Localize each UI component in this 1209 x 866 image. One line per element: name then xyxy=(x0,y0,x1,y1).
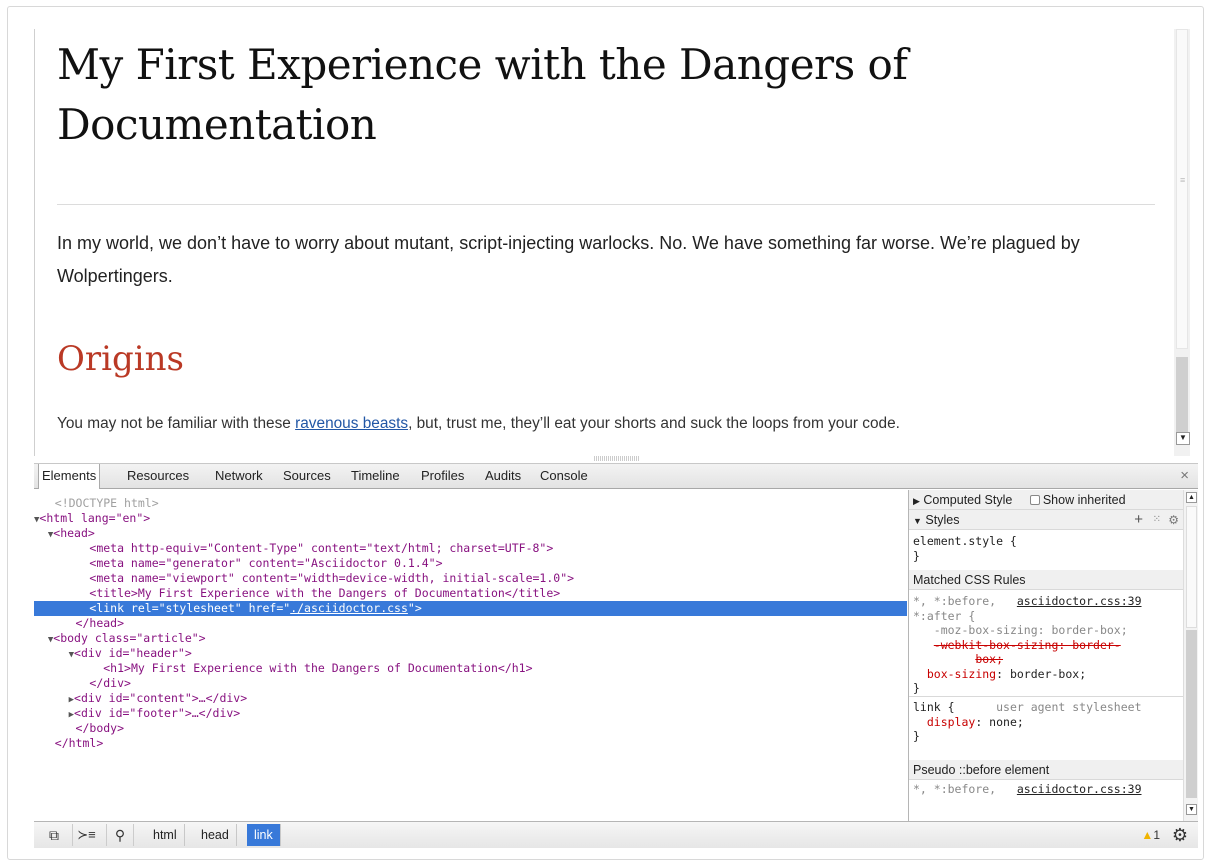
tab-sources[interactable]: Sources xyxy=(283,464,331,489)
intro-paragraph: In my world, we don’t have to worry abou… xyxy=(57,233,1080,286)
devtools-resize-grip[interactable] xyxy=(594,456,640,461)
breadcrumb-html[interactable]: html xyxy=(146,824,185,846)
ravenous-beasts-link[interactable]: ravenous beasts xyxy=(295,415,408,432)
dom-node-doctype[interactable]: <!DOCTYPE html> xyxy=(34,496,907,511)
breadcrumb-head[interactable]: head xyxy=(194,824,237,846)
scroll-down-arrow-icon[interactable]: ▼ xyxy=(1186,804,1197,815)
dom-node-head-close[interactable]: </head> xyxy=(34,616,907,631)
dom-node-body[interactable]: ▼<body class="article"> xyxy=(34,631,907,646)
dom-node-meta-viewport[interactable]: <meta name="viewport" content="width=dev… xyxy=(34,571,907,586)
dock-toggle-icon[interactable]: ⧉ xyxy=(42,824,66,846)
tab-audits[interactable]: Audits xyxy=(485,464,521,489)
section-title: Origins xyxy=(57,339,184,379)
dom-node-div-header[interactable]: ▼<div id="header"> xyxy=(34,646,907,661)
dom-node-div-footer[interactable]: ▶<div id="footer">…</div> xyxy=(34,706,907,721)
matched-css-rules-header: Matched CSS Rules xyxy=(909,570,1183,590)
breadcrumb-link[interactable]: link xyxy=(247,824,281,846)
css-rule-box-sizing[interactable]: *, *:before, asciidoctor.css:39 *:after … xyxy=(913,594,1183,696)
close-devtools-icon[interactable]: × xyxy=(1180,464,1189,488)
css-rule-link-display[interactable]: link { user agent stylesheet display: no… xyxy=(913,700,1183,744)
tab-profiles[interactable]: Profiles xyxy=(421,464,464,489)
element-state-icon[interactable]: ⁙ xyxy=(1153,510,1161,530)
page-viewport: My First Experience with the Dangers of … xyxy=(34,29,1198,457)
dom-node-meta-generator[interactable]: <meta name="generator" content="Asciidoc… xyxy=(34,556,907,571)
console-drawer-icon[interactable]: ≻≡ xyxy=(72,824,100,846)
scroll-down-arrow-icon[interactable]: ▼ xyxy=(1176,432,1190,445)
tab-resources[interactable]: Resources xyxy=(127,464,189,489)
dom-node-head[interactable]: ▼<head> xyxy=(34,526,907,541)
source-link[interactable]: asciidoctor.css:39 xyxy=(1017,782,1142,796)
devtools-statusbar: ⧉ ≻≡ ⚲ html head link ▲1 ⚙ xyxy=(34,821,1198,848)
tab-elements[interactable]: Elements xyxy=(38,464,101,489)
source-link[interactable]: asciidoctor.css:39 xyxy=(1017,594,1142,608)
tab-console[interactable]: Console xyxy=(540,464,588,489)
dom-node-div-close[interactable]: </div> xyxy=(34,676,907,691)
page-scrollbar-thumb[interactable]: ≡ xyxy=(1176,29,1188,349)
warning-icon: ▲ xyxy=(1141,828,1154,842)
dom-node-body-close[interactable]: </body> xyxy=(34,721,907,736)
page-title: My First Experience with the Dangers of … xyxy=(57,40,908,149)
devtools-panel: Elements Resources Network Sources Timel… xyxy=(34,456,1198,856)
dom-node-html[interactable]: ▼<html lang="en"> xyxy=(34,511,907,526)
styles-sidebar: ▶ Computed Style Show inherited ▼ Styles… xyxy=(908,490,1198,821)
dom-node-meta-content-type[interactable]: <meta http-equiv="Content-Type" content=… xyxy=(34,541,907,556)
expand-arrow-icon: ▶ xyxy=(913,496,920,506)
tab-timeline[interactable]: Timeline xyxy=(351,464,400,489)
show-inherited-checkbox[interactable] xyxy=(1029,495,1040,505)
dom-node-div-content[interactable]: ▶<div id="content">…</div> xyxy=(34,691,907,706)
header-divider xyxy=(57,204,1155,205)
section-paragraph: You may not be familiar with these raven… xyxy=(57,415,900,432)
dom-node-title[interactable]: <title>My First Experience with the Dang… xyxy=(34,586,907,601)
element-style-rule[interactable]: element.style { } xyxy=(913,534,1183,563)
warnings-counter[interactable]: ▲1 xyxy=(1141,825,1160,846)
styles-header[interactable]: ▼ Styles + ⁙ ⚙ xyxy=(909,510,1183,530)
style-settings-icon[interactable]: ⚙ xyxy=(1168,510,1179,530)
settings-gear-icon[interactable]: ⚙ xyxy=(1172,824,1188,846)
styles-scrollbar[interactable]: ▲ ▼ xyxy=(1183,490,1198,821)
collapse-arrow-icon: ▼ xyxy=(913,516,922,526)
tab-network[interactable]: Network xyxy=(215,464,263,489)
page-scrollbar[interactable]: ≡ xyxy=(1174,29,1190,457)
dom-tree: <!DOCTYPE html> ▼<html lang="en"> ▼<head… xyxy=(34,490,907,821)
dom-node-html-close[interactable]: </html> xyxy=(34,736,907,751)
page-scrollbar-track[interactable] xyxy=(1176,357,1188,442)
styles-scrollbar-thumb[interactable] xyxy=(1186,506,1197,628)
add-rule-icon[interactable]: + xyxy=(1134,510,1143,530)
pseudo-before-header: Pseudo ::before element xyxy=(909,760,1183,780)
browser-frame: My First Experience with the Dangers of … xyxy=(7,6,1204,860)
css-rule-pseudo-before[interactable]: *, *:before, asciidoctor.css:39 xyxy=(913,782,1183,797)
styles-scrollbar-track[interactable] xyxy=(1186,630,1197,798)
dom-node-link-selected[interactable]: <link rel="stylesheet" href="./asciidoct… xyxy=(34,601,907,616)
scroll-up-arrow-icon[interactable]: ▲ xyxy=(1186,492,1197,503)
devtools-tabbar: Elements Resources Network Sources Timel… xyxy=(34,463,1198,489)
dom-node-h1[interactable]: <h1>My First Experience with the Dangers… xyxy=(34,661,907,676)
rule-divider xyxy=(909,696,1183,697)
inspect-search-icon[interactable]: ⚲ xyxy=(106,824,134,846)
computed-style-header[interactable]: ▶ Computed Style Show inherited xyxy=(909,490,1183,510)
